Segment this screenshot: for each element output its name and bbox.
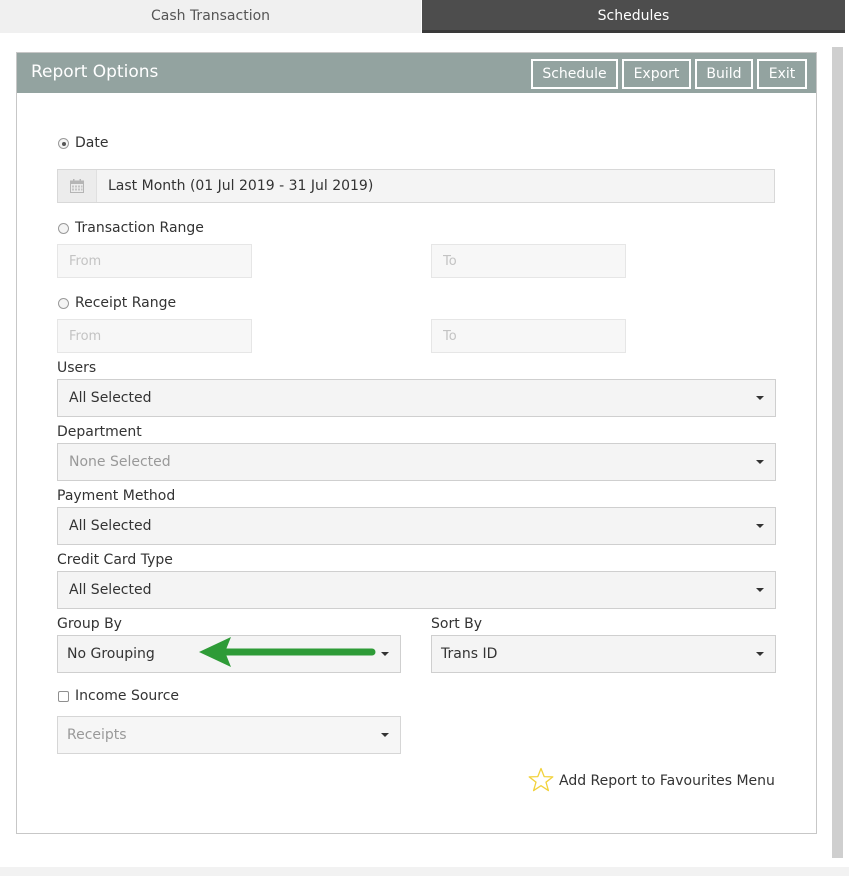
credit-card-type-value: All Selected xyxy=(69,582,152,598)
receipt-from-input[interactable] xyxy=(57,319,252,353)
receipt-to-input[interactable] xyxy=(431,319,626,353)
tab-cash-transaction[interactable]: Cash Transaction xyxy=(0,0,421,33)
department-value: None Selected xyxy=(69,454,171,470)
department-select[interactable]: None Selected xyxy=(57,443,776,481)
scrollbar-thumb[interactable] xyxy=(832,47,843,858)
sort-by-value: Trans ID xyxy=(441,646,498,662)
tab-bar: Cash Transaction Schedules xyxy=(0,0,849,33)
caret-down-icon xyxy=(756,460,764,464)
receipt-range-label: Receipt Range xyxy=(75,295,177,311)
users-label: Users xyxy=(57,360,97,376)
date-radio[interactable] xyxy=(58,138,69,149)
credit-card-type-label: Credit Card Type xyxy=(57,552,173,568)
group-by-label: Group By xyxy=(57,616,122,632)
tab-schedules[interactable]: Schedules xyxy=(422,0,845,33)
department-label: Department xyxy=(57,424,142,440)
schedule-button[interactable]: Schedule xyxy=(531,59,618,89)
caret-down-icon xyxy=(756,396,764,400)
payment-method-select[interactable]: All Selected xyxy=(57,507,776,545)
transaction-range-label: Transaction Range xyxy=(75,220,204,236)
sort-by-select[interactable]: Trans ID xyxy=(431,635,776,673)
receipt-range-radio[interactable] xyxy=(58,298,69,309)
credit-card-type-select[interactable]: All Selected xyxy=(57,571,776,609)
build-button[interactable]: Build xyxy=(695,59,753,89)
report-options-panel: Report Options Schedule Export Build Exi… xyxy=(16,52,817,834)
caret-down-icon xyxy=(756,588,764,592)
income-source-label: Income Source xyxy=(75,688,180,704)
export-button[interactable]: Export xyxy=(622,59,691,89)
income-source-value: Receipts xyxy=(67,727,127,743)
transaction-range-radio[interactable] xyxy=(58,223,69,234)
income-source-checkbox[interactable] xyxy=(58,691,69,702)
transaction-from-input[interactable] xyxy=(57,244,252,278)
sort-by-label: Sort By xyxy=(431,616,483,632)
caret-down-icon xyxy=(381,652,389,656)
panel-header: Report Options Schedule Export Build Exi… xyxy=(17,53,816,93)
date-range-value: Last Month (01 Jul 2019 - 31 Jul 2019) xyxy=(108,178,374,194)
exit-button[interactable]: Exit xyxy=(757,59,807,89)
users-select[interactable]: All Selected xyxy=(57,379,776,417)
date-label: Date xyxy=(75,135,109,151)
calendar-icon xyxy=(70,179,84,193)
transaction-to-input[interactable] xyxy=(431,244,626,278)
caret-down-icon xyxy=(756,524,764,528)
date-range-field[interactable]: Last Month (01 Jul 2019 - 31 Jul 2019) xyxy=(57,169,775,203)
users-value: All Selected xyxy=(69,390,152,406)
group-by-value: No Grouping xyxy=(67,646,155,662)
payment-method-label: Payment Method xyxy=(57,488,176,504)
panel-title: Report Options xyxy=(31,62,159,82)
income-source-select[interactable]: Receipts xyxy=(57,716,401,754)
bottom-strip xyxy=(0,867,849,876)
date-icon-box xyxy=(58,170,97,202)
caret-down-icon xyxy=(756,652,764,656)
favourites-label: Add Report to Favourites Menu xyxy=(559,773,775,789)
star-icon xyxy=(528,767,554,792)
caret-down-icon xyxy=(381,733,389,737)
green-arrow-icon xyxy=(199,637,376,667)
payment-method-value: All Selected xyxy=(69,518,152,534)
